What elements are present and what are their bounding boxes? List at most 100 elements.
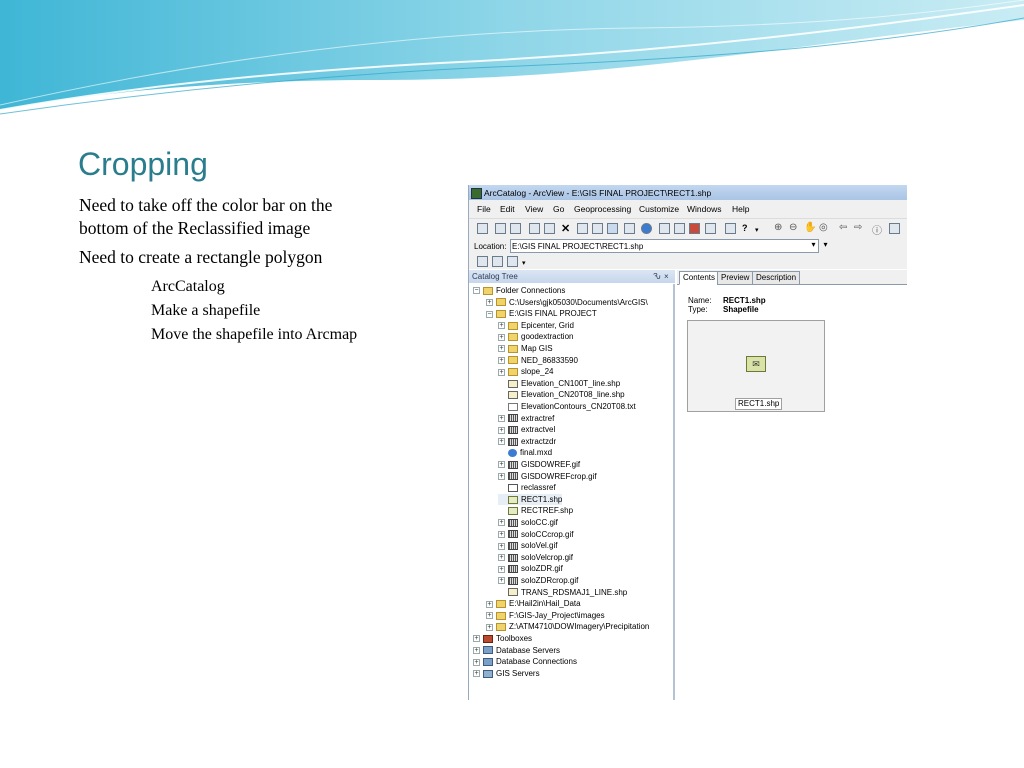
expand-icon[interactable]: + <box>486 612 493 620</box>
back-icon[interactable]: ⇦ <box>839 222 847 233</box>
tree-item[interactable]: + Database Connections <box>473 656 577 667</box>
disconnect-folder-icon[interactable] <box>510 223 521 234</box>
expand-icon[interactable]: + <box>498 333 505 341</box>
expand-icon[interactable]: + <box>498 345 505 353</box>
expand-icon[interactable]: + <box>498 472 505 480</box>
menu-windows[interactable]: Windows <box>687 204 721 214</box>
tree-item[interactable]: + Map GIS <box>498 343 553 354</box>
toolbar-overflow-icon[interactable]: ▾ <box>522 259 526 267</box>
full-extent-icon[interactable]: ◎ <box>819 222 828 233</box>
search-window-icon[interactable] <box>674 223 685 234</box>
menu-file[interactable]: File <box>477 204 491 214</box>
expand-icon[interactable]: + <box>473 658 480 666</box>
tree-item[interactable]: final.mxd <box>498 447 552 458</box>
tree-item[interactable]: TRANS_RDSMAJ1_LINE.shp <box>498 587 627 598</box>
launch-arcmap-icon[interactable] <box>641 223 652 234</box>
expand-icon[interactable]: + <box>473 646 480 654</box>
tree-item[interactable]: reclassref <box>498 482 556 493</box>
toolbar-overflow-icon[interactable]: ▾ <box>755 226 759 234</box>
location-input[interactable]: E:\GIS FINAL PROJECT\RECT1.shp <box>510 239 819 253</box>
tree-item[interactable]: + goodextraction <box>498 331 573 342</box>
expand-icon[interactable]: + <box>473 670 480 678</box>
large-icons-icon[interactable] <box>577 223 588 234</box>
pan-icon[interactable]: ✋ <box>804 222 816 233</box>
tree-item[interactable]: + soloZDRcrop.gif <box>498 575 578 586</box>
expand-icon[interactable]: + <box>486 298 493 306</box>
tree-item[interactable]: + Toolboxes <box>473 633 532 644</box>
python-window-icon[interactable] <box>705 223 716 234</box>
location-dropdown-icon[interactable]: ▾ <box>809 240 818 249</box>
copy-icon[interactable] <box>529 223 540 234</box>
expand-icon[interactable]: + <box>498 368 505 376</box>
create-thumbnail-icon[interactable] <box>889 223 900 234</box>
tree-item[interactable]: + slope_24 <box>498 366 553 377</box>
zoom-in-icon[interactable]: ⊕ <box>774 222 782 233</box>
create-layer-icon[interactable] <box>507 256 518 267</box>
tree-item[interactable]: + soloCC.gif <box>498 517 558 528</box>
expand-icon[interactable]: + <box>498 542 505 550</box>
up-folder-icon[interactable] <box>477 223 488 234</box>
tree-item[interactable]: + soloVel.gif <box>498 540 557 551</box>
pin-icon[interactable]: Ԅ <box>653 272 661 281</box>
tree-item[interactable]: RECT1.shp <box>498 493 563 505</box>
tree-item[interactable]: + soloVelcrop.gif <box>498 552 573 563</box>
collapse-icon[interactable]: − <box>473 287 480 295</box>
identify-icon[interactable]: ⓘ <box>872 222 882 237</box>
tree-item[interactable]: ElevationContours_CN20T08.txt <box>498 401 636 412</box>
connect-folder-icon[interactable] <box>495 223 506 234</box>
tree-item[interactable]: + extractref <box>498 413 554 424</box>
delete-icon[interactable]: ✕ <box>561 222 570 235</box>
expand-icon[interactable]: + <box>498 554 505 562</box>
tree-item[interactable]: + GIS Servers <box>473 668 540 679</box>
menu-help[interactable]: Help <box>732 204 749 214</box>
menu-go[interactable]: Go <box>553 204 564 214</box>
tree-item[interactable]: + soloCCcrop.gif <box>498 529 573 540</box>
tab-contents[interactable]: Contents <box>679 271 720 285</box>
tree-item[interactable]: + soloZDR.gif <box>498 563 563 574</box>
expand-icon[interactable]: + <box>473 635 480 643</box>
expand-icon[interactable]: + <box>498 461 505 469</box>
expand-icon[interactable]: + <box>498 530 505 538</box>
details-icon[interactable] <box>607 223 618 234</box>
expand-icon[interactable]: + <box>498 414 505 422</box>
expand-icon[interactable]: + <box>498 322 505 330</box>
tree-item[interactable]: + GISDOWREFcrop.gif <box>498 471 597 482</box>
tree-item[interactable]: RECTREF.shp <box>498 505 573 516</box>
whats-this-icon[interactable]: ? <box>742 223 748 233</box>
expand-icon[interactable]: + <box>486 600 493 608</box>
expand-icon[interactable]: + <box>498 426 505 434</box>
tab-description[interactable]: Description <box>752 271 801 285</box>
tree-item[interactable]: Elevation_CN20T08_line.shp <box>498 389 625 400</box>
tree-item[interactable]: + C:\Users\gjk05030\Documents\ArcGIS\ <box>486 297 648 308</box>
tree-item[interactable]: + F:\GIS-Jay_Project\images <box>486 610 605 621</box>
toolbar-options-icon[interactable]: ▾ <box>821 240 830 249</box>
arctoolbox-icon[interactable] <box>689 223 700 234</box>
expand-icon[interactable]: + <box>486 623 493 631</box>
tree-item[interactable]: + Database Servers <box>473 645 560 656</box>
tree-item[interactable]: + GISDOWREF.gif <box>498 459 580 470</box>
expand-icon[interactable]: + <box>498 565 505 573</box>
zoom-out-icon[interactable]: ⊖ <box>789 222 797 233</box>
menu-geoprocessing[interactable]: Geoprocessing <box>574 204 631 214</box>
paste-icon[interactable] <box>544 223 555 234</box>
thumbnails-icon[interactable] <box>624 223 635 234</box>
catalog-window-icon[interactable] <box>659 223 670 234</box>
tree-item[interactable]: + extractzdr <box>498 436 556 447</box>
tree-item[interactable]: + NED_86833590 <box>498 355 578 366</box>
list-icon[interactable] <box>592 223 603 234</box>
tree-item[interactable]: − E:\GIS FINAL PROJECT <box>486 308 597 319</box>
preview-geography-icon[interactable] <box>477 256 488 267</box>
menu-edit[interactable]: Edit <box>500 204 515 214</box>
expand-icon[interactable]: + <box>498 356 505 364</box>
expand-icon[interactable]: + <box>498 438 505 446</box>
menu-view[interactable]: View <box>525 204 543 214</box>
collapse-icon[interactable]: − <box>486 310 493 318</box>
metadata-icon[interactable] <box>725 223 736 234</box>
forward-icon[interactable]: ⇨ <box>854 222 862 233</box>
expand-icon[interactable]: + <box>498 577 505 585</box>
expand-icon[interactable]: + <box>498 519 505 527</box>
tree-item[interactable]: − Folder Connections <box>473 285 565 296</box>
menu-customize[interactable]: Customize <box>639 204 679 214</box>
preview-table-icon[interactable] <box>492 256 503 267</box>
tree-item[interactable]: + extractvel <box>498 424 555 435</box>
